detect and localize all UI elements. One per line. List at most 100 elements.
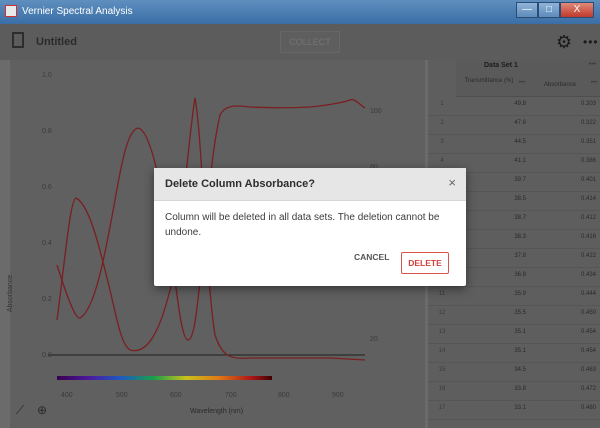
absorbance-cell[interactable]: 0.454 xyxy=(528,329,596,335)
delete-button[interactable]: DELETE xyxy=(401,252,449,274)
y-tick: 0.6 xyxy=(42,184,52,191)
column-label: Transmittance (%) xyxy=(464,78,514,84)
column-more-icon[interactable]: ••• xyxy=(519,80,525,86)
column-header-transmittance[interactable]: Transmittance (%) ••• xyxy=(456,74,528,97)
table-row[interactable]: 15 34.5 0.463 xyxy=(428,362,600,382)
x-tick: 900 xyxy=(332,392,344,399)
absorbance-cell[interactable]: 0.414 xyxy=(528,196,596,202)
more-options-icon[interactable]: ••• xyxy=(583,35,599,49)
dialog-title: Delete Column Absorbance? xyxy=(165,178,315,190)
transmittance-cell[interactable]: 33.1 xyxy=(456,405,526,411)
dialog-message: Column will be deleted in all data sets.… xyxy=(165,212,440,238)
absorbance-cell[interactable]: 0.480 xyxy=(528,405,596,411)
absorbance-cell[interactable]: 0.303 xyxy=(528,101,596,107)
x-tick: 800 xyxy=(278,392,290,399)
absorbance-cell[interactable]: 0.472 xyxy=(528,386,596,392)
dataset-title: Data Set 1 xyxy=(484,62,518,69)
absorbance-cell[interactable]: 0.463 xyxy=(528,367,596,373)
absorbance-cell[interactable]: 0.422 xyxy=(528,253,596,259)
window-titlebar: Vernier Spectral Analysis — □ X xyxy=(0,0,600,25)
table-row[interactable]: 3 44.5 0.351 xyxy=(428,134,600,154)
right-tick: 20 xyxy=(370,336,378,343)
y-tick: 0.0 xyxy=(42,352,52,359)
table-row[interactable]: 11 35.9 0.444 xyxy=(428,286,600,306)
transmittance-cell[interactable]: 35.1 xyxy=(456,348,526,354)
table-row[interactable]: 17 33.1 0.480 xyxy=(428,400,600,420)
table-row[interactable]: 16 33.8 0.472 xyxy=(428,381,600,401)
cancel-button[interactable]: CANCEL xyxy=(354,252,389,262)
graph-options-icon[interactable]: ⟋ xyxy=(12,402,28,418)
dialog-header: Delete Column Absorbance? × xyxy=(154,168,466,201)
document-icon xyxy=(12,32,24,48)
absorbance-cell[interactable]: 0.444 xyxy=(528,291,596,297)
transmittance-cell[interactable]: 35.1 xyxy=(456,329,526,335)
transmittance-cell[interactable]: 35.9 xyxy=(456,291,526,297)
transmittance-cell[interactable]: 34.5 xyxy=(456,367,526,373)
row-index: 14 xyxy=(438,348,446,354)
y-tick: 1.0 xyxy=(42,72,52,79)
toolbar: Untitled COLLECT ⚙ ••• xyxy=(0,24,600,60)
row-index: 3 xyxy=(440,139,444,145)
column-more-icon[interactable]: ••• xyxy=(591,80,597,86)
window-title: Vernier Spectral Analysis xyxy=(22,6,133,17)
transmittance-cell[interactable]: 41.1 xyxy=(456,158,526,164)
column-header-absorbance[interactable]: Absorbance ••• xyxy=(528,74,600,97)
table-row[interactable]: 12 35.5 0.450 xyxy=(428,305,600,325)
table-row[interactable]: 2 47.6 0.322 xyxy=(428,115,600,135)
transmittance-cell[interactable]: 37.8 xyxy=(456,253,526,259)
transmittance-cell[interactable]: 49.8 xyxy=(456,101,526,107)
row-index: 1 xyxy=(440,101,444,107)
maximize-button[interactable]: □ xyxy=(538,2,560,18)
gear-icon[interactable]: ⚙ xyxy=(556,33,572,51)
transmittance-cell[interactable]: 44.5 xyxy=(456,139,526,145)
visible-spectrum-bar xyxy=(57,376,272,380)
absorbance-cell[interactable]: 0.322 xyxy=(528,120,596,126)
x-tick: 700 xyxy=(225,392,237,399)
table-row[interactable]: 14 35.1 0.454 xyxy=(428,343,600,363)
absorbance-cell[interactable]: 0.416 xyxy=(528,234,596,240)
zoom-icon[interactable]: ⊕ xyxy=(34,402,50,418)
transmittance-cell[interactable]: 36.8 xyxy=(456,272,526,278)
table-row[interactable]: 13 35.1 0.454 xyxy=(428,324,600,344)
absorbance-cell[interactable]: 0.450 xyxy=(528,310,596,316)
x-tick: 400 xyxy=(61,392,73,399)
row-index: 15 xyxy=(438,367,446,373)
transmittance-cell[interactable]: 38.7 xyxy=(456,215,526,221)
dataset-header[interactable]: Data Set 1 ••• xyxy=(456,60,600,75)
app-icon xyxy=(5,5,17,17)
transmittance-cell[interactable]: 35.5 xyxy=(456,310,526,316)
absorbance-cell[interactable]: 0.386 xyxy=(528,158,596,164)
row-index: 12 xyxy=(438,310,446,316)
close-icon[interactable]: × xyxy=(448,175,456,190)
absorbance-cell[interactable]: 0.412 xyxy=(528,215,596,221)
absorbance-cell[interactable]: 0.401 xyxy=(528,177,596,183)
y-tick: 0.2 xyxy=(42,296,52,303)
window-controls: — □ X xyxy=(516,2,594,18)
transmittance-cell[interactable]: 38.3 xyxy=(456,234,526,240)
x-tick: 600 xyxy=(170,392,182,399)
column-label: Absorbance xyxy=(543,82,577,88)
row-index: 17 xyxy=(438,405,446,411)
transmittance-cell[interactable]: 39.7 xyxy=(456,177,526,183)
absorbance-cell[interactable]: 0.434 xyxy=(528,272,596,278)
row-index: 11 xyxy=(438,291,446,297)
row-index: 2 xyxy=(440,120,444,126)
table-row[interactable]: 1 49.8 0.303 xyxy=(428,96,600,116)
row-index: 16 xyxy=(438,386,446,392)
y-tick: 0.4 xyxy=(42,240,52,247)
transmittance-cell[interactable]: 33.8 xyxy=(456,386,526,392)
minimize-button[interactable]: — xyxy=(516,2,538,18)
absorbance-cell[interactable]: 0.454 xyxy=(528,348,596,354)
transmittance-cell[interactable]: 38.5 xyxy=(456,196,526,202)
close-button[interactable]: X xyxy=(560,2,594,18)
transmittance-cell[interactable]: 47.6 xyxy=(456,120,526,126)
x-axis-label: Wavelength (nm) xyxy=(190,408,244,415)
dataset-more-icon[interactable]: ••• xyxy=(589,61,596,68)
delete-column-dialog: Delete Column Absorbance? × Column will … xyxy=(154,168,466,286)
y-tick: 0.8 xyxy=(42,128,52,135)
row-index: 4 xyxy=(440,158,444,164)
document-title[interactable]: Untitled xyxy=(36,36,77,48)
collect-button[interactable]: COLLECT xyxy=(280,31,340,53)
absorbance-cell[interactable]: 0.351 xyxy=(528,139,596,145)
row-index: 13 xyxy=(438,329,446,335)
